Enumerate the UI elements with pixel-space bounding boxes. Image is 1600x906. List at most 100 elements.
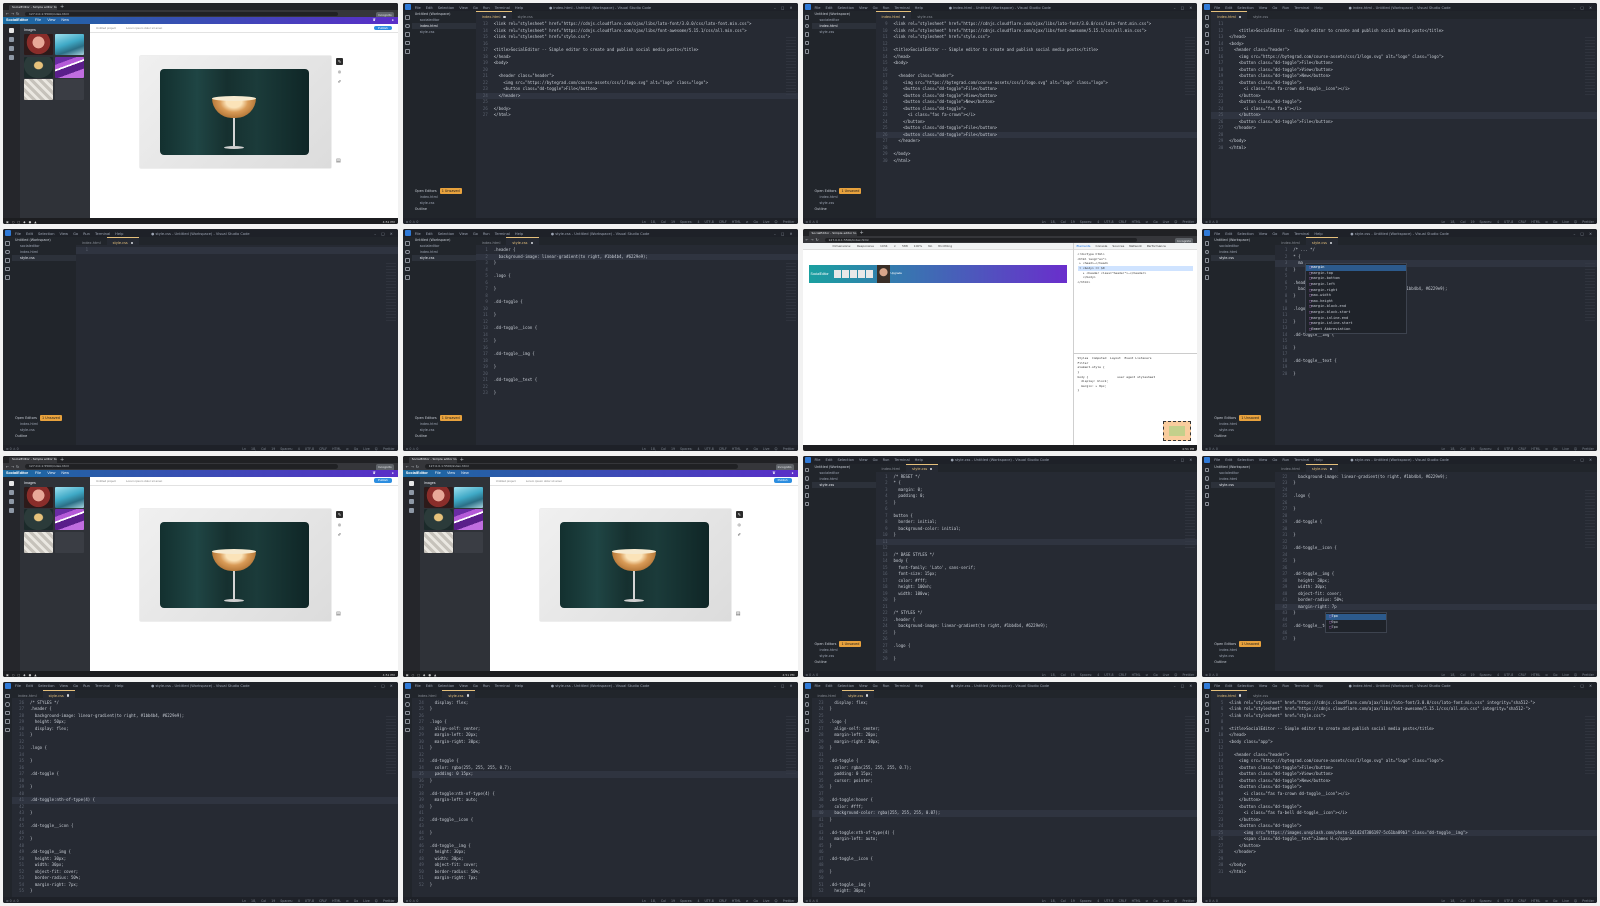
run-debug-icon[interactable] bbox=[1204, 493, 1209, 498]
run-debug-icon[interactable] bbox=[5, 719, 10, 724]
minimap[interactable] bbox=[785, 715, 796, 776]
devtools-tab-console[interactable]: Console bbox=[1095, 244, 1107, 248]
extensions-icon[interactable] bbox=[1204, 49, 1209, 54]
source-control-icon[interactable] bbox=[405, 710, 410, 716]
outline-section[interactable]: Outline bbox=[412, 433, 476, 439]
text-icon[interactable] bbox=[9, 489, 14, 495]
new-tab-icon[interactable]: + bbox=[860, 230, 864, 237]
pen-icon[interactable]: ✐ bbox=[735, 530, 743, 538]
images-icon[interactable] bbox=[408, 480, 414, 486]
run-debug-icon[interactable] bbox=[1204, 40, 1209, 45]
caption-field[interactable]: Lorem ipsum dolor sit amet bbox=[126, 24, 162, 32]
address-bar[interactable]: 127.0.0.1:5500/index.html bbox=[25, 11, 338, 16]
file-style-css[interactable]: style.css bbox=[12, 255, 76, 262]
taskbar-icons[interactable]: ▣○□◆●▲ bbox=[6, 672, 40, 677]
code-editor[interactable]: 24 display: flex; 25} 26 27 .logo {28 align-… bbox=[411, 697, 798, 897]
extensions-icon[interactable] bbox=[1204, 727, 1209, 733]
image-thumbnail[interactable] bbox=[24, 56, 53, 78]
source-control-icon[interactable] bbox=[1204, 32, 1209, 37]
image-thumbnail[interactable] bbox=[24, 34, 53, 55]
browser-tab[interactable]: SocialEditor - Simple editor to... bbox=[9, 457, 57, 463]
image-thumbnail[interactable] bbox=[423, 509, 453, 530]
browser-tab[interactable]: SocialEditor - Simple editor to... bbox=[9, 4, 57, 10]
source-control-icon[interactable] bbox=[1204, 710, 1209, 716]
file-style-css[interactable]: style.css bbox=[1211, 255, 1276, 262]
image-thumbnail[interactable] bbox=[54, 56, 84, 78]
extensions-icon[interactable] bbox=[804, 501, 810, 506]
post-photo[interactable] bbox=[160, 69, 309, 155]
problems-indicator[interactable]: ⊗ 0 ⚠ 0 bbox=[6, 446, 19, 451]
nav-button-file[interactable]: File bbox=[35, 471, 41, 475]
status-right[interactable]: Ln 18, Col 19 Spaces: 4 UTF-8 CRLF HTML … bbox=[1042, 219, 1195, 224]
source-control-icon[interactable] bbox=[405, 32, 410, 37]
devtools-tab-sources[interactable]: Sources bbox=[1112, 244, 1124, 248]
search-icon[interactable] bbox=[5, 249, 10, 255]
problems-indicator[interactable]: ⊗ 0 ⚠ 0 bbox=[406, 446, 419, 451]
minimap[interactable] bbox=[385, 715, 396, 776]
source-control-icon[interactable] bbox=[804, 710, 810, 716]
file-style-css[interactable]: style.css bbox=[412, 29, 476, 35]
problems-indicator[interactable]: ⊗ 0 ⚠ 0 bbox=[406, 219, 419, 224]
image-thumbnail[interactable] bbox=[24, 509, 53, 530]
search-icon[interactable] bbox=[1204, 249, 1209, 255]
suggestion-item[interactable]: 7px bbox=[1326, 625, 1386, 631]
image-thumbnail[interactable] bbox=[54, 34, 84, 55]
files-icon[interactable] bbox=[405, 15, 410, 20]
code-editor[interactable]: 13 <link rel="stylesheet" href="https://c… bbox=[475, 19, 798, 219]
user-menu[interactable]: ● bbox=[392, 17, 394, 24]
nav-button-view[interactable]: View bbox=[447, 471, 455, 475]
suggestion-item[interactable]: Emmet Abbreviation bbox=[1306, 327, 1406, 333]
outline-section[interactable]: Outline bbox=[812, 659, 876, 665]
status-right[interactable]: Ln 18, Col 19 Spaces: 4 UTF-8 CRLF HTML … bbox=[642, 898, 795, 903]
files-icon[interactable] bbox=[5, 693, 10, 699]
nav-button-view[interactable]: View bbox=[47, 471, 55, 475]
files-icon[interactable] bbox=[1204, 241, 1209, 246]
run-debug-icon[interactable] bbox=[804, 40, 810, 45]
files-icon[interactable] bbox=[5, 241, 10, 246]
address-bar[interactable]: 127.0.0.1:5500/index.html bbox=[824, 237, 1138, 243]
shapes-icon[interactable] bbox=[408, 498, 414, 504]
user-menu[interactable]: ● bbox=[392, 470, 394, 477]
browser-tab[interactable]: SocialEditor - Simple editor to... bbox=[408, 457, 457, 463]
project-name-field[interactable]: Untitled project bbox=[96, 24, 116, 32]
code-editor[interactable]: 23 display: flex; 24} 25 26 .logo {27 align-… bbox=[811, 697, 1198, 897]
search-icon[interactable] bbox=[405, 23, 410, 28]
image-thumbnail[interactable] bbox=[454, 531, 484, 553]
publish-button[interactable]: Publish bbox=[773, 478, 792, 483]
device-toolbar[interactable]: Dimensions: Responsive 1034 × 588 100% N… bbox=[802, 243, 1073, 251]
code-editor[interactable]: 26/* STYLES */27 .header {28 background-i… bbox=[12, 697, 398, 897]
status-right[interactable]: Ln 18, Col 19 Spaces: 4 UTF-8 CRLF HTML … bbox=[1442, 446, 1595, 451]
problems-indicator[interactable]: ⊗ 0 ⚠ 0 bbox=[1205, 672, 1218, 677]
code-editor[interactable]: 1 .header {2 background-image: linear-gra… bbox=[475, 245, 798, 445]
project-name-field[interactable]: Untitled project bbox=[496, 477, 516, 485]
files-icon[interactable] bbox=[1204, 693, 1209, 699]
search-icon[interactable] bbox=[1204, 23, 1209, 28]
shapes-icon[interactable] bbox=[9, 46, 14, 51]
publish-button[interactable]: Publish bbox=[373, 25, 392, 30]
browser-tab[interactable]: SocialEditor - Simple editor to... bbox=[808, 230, 857, 237]
run-debug-icon[interactable] bbox=[1204, 719, 1209, 724]
search-icon[interactable] bbox=[804, 702, 810, 707]
images-icon[interactable] bbox=[9, 28, 14, 33]
image-thumbnail[interactable] bbox=[423, 531, 453, 553]
trash-icon[interactable]: ▤ bbox=[336, 611, 341, 618]
trash-icon[interactable]: ▤ bbox=[736, 611, 741, 618]
minimap[interactable] bbox=[1585, 715, 1595, 776]
files-icon[interactable] bbox=[1204, 467, 1209, 472]
source-control-icon[interactable] bbox=[405, 258, 410, 263]
code-editor[interactable]: 1 bbox=[76, 245, 398, 445]
edit-icon[interactable]: ✎ bbox=[336, 58, 343, 65]
pen-icon[interactable]: ✐ bbox=[336, 78, 343, 85]
caption-field[interactable]: Lorem ipsum dolor sit amet bbox=[126, 477, 162, 485]
status-right[interactable]: Ln 18, Col 19 Spaces: 4 UTF-8 CRLF HTML … bbox=[1042, 672, 1195, 677]
problems-indicator[interactable]: ⊗ 0 ⚠ 0 bbox=[1205, 219, 1218, 224]
taskbar-icons[interactable]: ▣○□◆●▲ bbox=[6, 219, 40, 224]
files-icon[interactable] bbox=[804, 693, 810, 699]
source-control-icon[interactable] bbox=[1204, 258, 1209, 263]
post-photo[interactable] bbox=[160, 521, 309, 608]
edit-icon[interactable]: ✎ bbox=[336, 510, 343, 518]
taskbar-icons[interactable]: ▣○□◆●▲ bbox=[406, 672, 440, 677]
shapes-icon[interactable] bbox=[9, 498, 14, 504]
search-icon[interactable] bbox=[405, 249, 410, 255]
images-icon[interactable] bbox=[9, 480, 14, 486]
